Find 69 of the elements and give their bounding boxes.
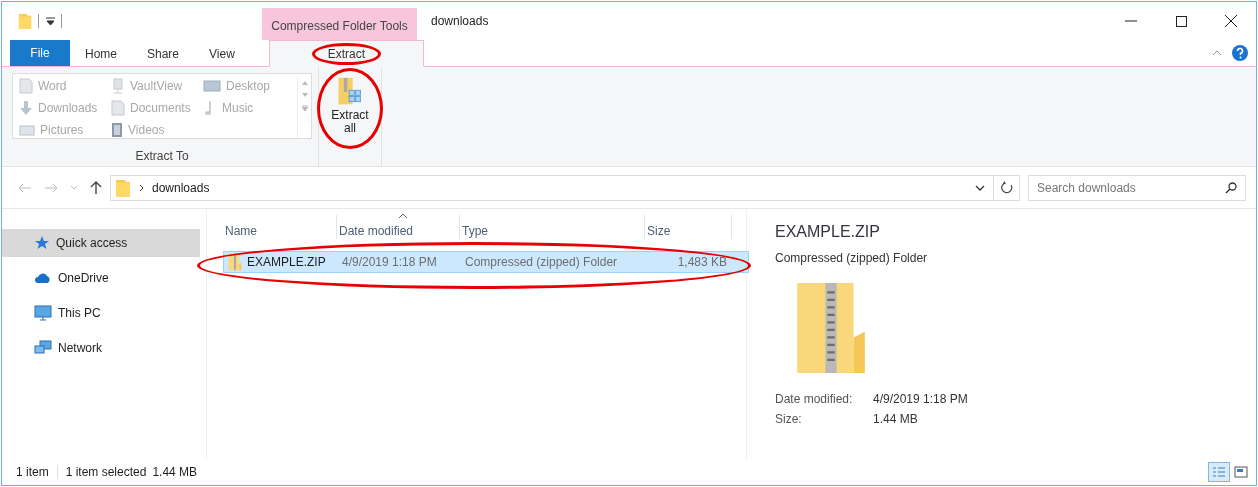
nav-item[interactable]: Quick access: [2, 229, 200, 257]
ribbon-tab[interactable]: Home: [70, 40, 132, 67]
file-type: Compressed (zipped) Folder: [464, 255, 619, 269]
details-view-button[interactable]: [1208, 462, 1230, 482]
download-arrow-icon: [19, 99, 33, 116]
extract-all-button[interactable]: Extract all: [327, 73, 373, 139]
detail-label: Date modified:: [775, 392, 854, 406]
preview-title: EXAMPLE.ZIP: [775, 223, 881, 241]
forward-arrow-icon[interactable]: [44, 182, 58, 193]
window-title: downloads: [430, 13, 490, 30]
separator-icon: [38, 14, 40, 28]
collapse-ribbon-icon[interactable]: [1212, 50, 1222, 56]
network-icon: [34, 340, 52, 356]
star-icon: [34, 235, 50, 251]
selection-count: 1 item selected: [65, 465, 147, 479]
maximize-icon: [1175, 15, 1187, 27]
folder-icon: [115, 177, 131, 198]
item-count: 1 item: [16, 465, 58, 479]
ribbon-tab[interactable]: File: [10, 40, 70, 66]
file-row[interactable]: EXAMPLE.ZIP 4/9/2019 1:18 PM Compressed (zipped) Folder 1,483 KB: [223, 251, 749, 273]
dropdown-icon[interactable]: [975, 184, 985, 191]
recent-dropdown-icon[interactable]: [70, 185, 78, 190]
column-header[interactable]: Date modified: [337, 215, 460, 239]
scroll-down-icon[interactable]: [301, 93, 308, 97]
close-icon: [1225, 15, 1237, 27]
preview-pane-icon: [1234, 466, 1248, 478]
file-date: 4/9/2019 1:18 PM: [341, 255, 438, 269]
search-field[interactable]: Search downloads: [1028, 174, 1246, 201]
ribbon-tab[interactable]: View: [194, 40, 250, 67]
column-header[interactable]: Name: [223, 215, 337, 239]
detail-value: 4/9/2019 1:18 PM: [873, 392, 969, 406]
chevron-icon[interactable]: [139, 183, 144, 192]
help-icon[interactable]: [1232, 45, 1248, 61]
dropdown-icon[interactable]: [46, 16, 55, 26]
group-label: Extract To: [134, 148, 190, 163]
picture-icon: [19, 123, 35, 136]
ribbon-tab[interactable]: Extract: [268, 40, 424, 67]
nav-item[interactable]: Network: [2, 334, 200, 362]
cloud-icon: [34, 272, 52, 284]
detail-label: Size:: [775, 412, 803, 426]
document-icon: [19, 77, 33, 94]
selection-size: 1.44 MB: [152, 465, 198, 479]
film-icon: [111, 121, 123, 138]
ribbon-tab[interactable]: Share: [132, 40, 195, 67]
column-header[interactable]: Size: [645, 215, 732, 239]
details-list-icon: [1212, 466, 1226, 478]
context-tab-group-label: Compressed Folder Tools: [262, 8, 417, 40]
file-size: 1,483 KB: [676, 255, 728, 269]
breadcrumb[interactable]: downloads: [152, 180, 210, 195]
nav-item[interactable]: OneDrive: [2, 264, 200, 292]
folder-icon: [18, 12, 32, 30]
column-header[interactable]: Type: [460, 215, 645, 239]
zip-folder-icon: [228, 253, 242, 271]
document-icon: [111, 99, 125, 116]
back-arrow-icon[interactable]: [18, 182, 32, 193]
desktop-icon: [203, 78, 221, 93]
refresh-icon[interactable]: [1000, 181, 1013, 194]
file-name: EXAMPLE.ZIP: [247, 255, 326, 269]
search-icon[interactable]: [1225, 181, 1237, 194]
preview-type: Compressed (zipped) Folder: [775, 251, 929, 265]
detail-value: 1.44 MB: [873, 412, 919, 426]
up-arrow-icon[interactable]: [90, 181, 102, 194]
separator-icon: [61, 14, 63, 28]
more-icon[interactable]: [301, 105, 308, 111]
monitor-icon: [111, 77, 125, 94]
nav-item[interactable]: This PC: [2, 299, 200, 327]
computer-icon: [34, 305, 52, 321]
minimize-icon: [1125, 20, 1137, 22]
scroll-up-icon[interactable]: [301, 81, 308, 85]
